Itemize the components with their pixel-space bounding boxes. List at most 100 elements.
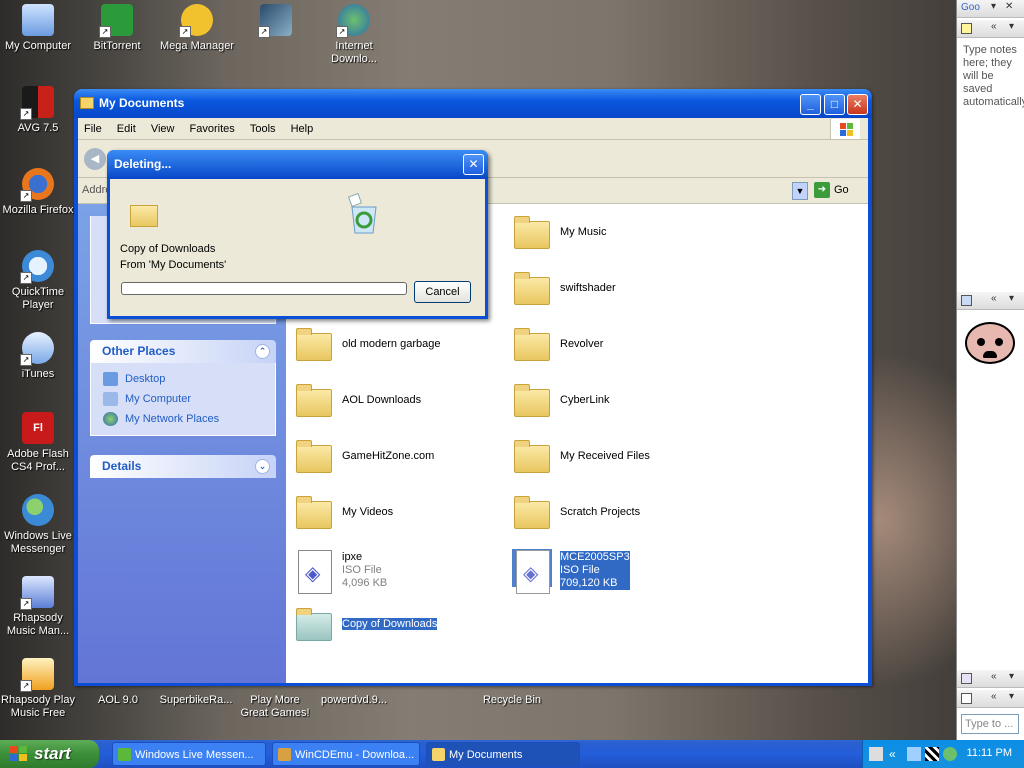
- desktop-icon-game[interactable]: [238, 4, 314, 40]
- dialog-body: Copy of Downloads From 'My Documents' Ca…: [110, 179, 485, 316]
- back-button[interactable]: ◀: [84, 148, 106, 170]
- file-item-ipxe[interactable]: ipxe ISO File 4,096 KB: [286, 545, 496, 594]
- collapse-icon[interactable]: «: [991, 691, 997, 702]
- checkbox-icon: [961, 693, 972, 704]
- volume-icon[interactable]: [943, 747, 957, 761]
- system-tray: « 11:11 PM: [862, 740, 1024, 768]
- desktop-icon-recycle-bin[interactable]: Recycle Bin: [474, 694, 550, 707]
- desktop-icon-firefox[interactable]: Mozilla Firefox: [0, 168, 76, 217]
- collapse-chevron-icon[interactable]: ⌃: [255, 344, 270, 359]
- desktop-icon-avg[interactable]: AVG 7.5: [0, 86, 76, 135]
- menu-help[interactable]: Help: [285, 118, 320, 140]
- minimize-button[interactable]: _: [800, 94, 821, 115]
- go-arrow-icon: ➜: [814, 182, 830, 198]
- dialog-titlebar[interactable]: Deleting... ✕: [107, 150, 488, 179]
- network-tray-icon[interactable]: [907, 747, 921, 761]
- windows-logo-icon: [830, 119, 860, 139]
- desktop-icon-quicktime[interactable]: QuickTime Player: [0, 250, 76, 312]
- file-item-my-music[interactable]: My Music: [504, 209, 714, 257]
- menu-favorites[interactable]: Favorites: [184, 118, 241, 140]
- place-link-desktop[interactable]: Desktop: [103, 369, 263, 389]
- place-link-my-computer[interactable]: My Computer: [103, 389, 263, 409]
- desktop-icon-mega-manager[interactable]: Mega Manager: [159, 4, 235, 53]
- file-item-gamehitzone[interactable]: GameHitZone.com: [286, 433, 496, 481]
- itunes-icon: [20, 332, 54, 366]
- dialog-close-button[interactable]: ✕: [463, 154, 484, 175]
- menu-edit[interactable]: Edit: [111, 118, 142, 140]
- desktop-icon-play-more-games[interactable]: Play More Great Games!: [237, 694, 313, 720]
- other-places-header[interactable]: Other Places ⌃: [90, 340, 276, 363]
- folder-icon: [294, 381, 334, 419]
- file-item-mce2005sp3[interactable]: MCE2005SP3 ISO File 709,120 KB: [504, 545, 714, 594]
- menu-file[interactable]: File: [78, 118, 108, 140]
- place-link-my-network-places[interactable]: My Network Places: [103, 409, 263, 429]
- desktop-icon-my-computer[interactable]: My Computer: [0, 4, 76, 53]
- notes-text[interactable]: Type notes here; they will be saved auto…: [963, 44, 1024, 109]
- sidebar-search-input[interactable]: Type to ...: [961, 714, 1019, 734]
- menu-view[interactable]: View: [145, 118, 181, 140]
- file-item-copy-of-downloads[interactable]: Copy of Downloads: [286, 601, 496, 649]
- desktop-icon-internet-download[interactable]: Internet Downlo...: [316, 4, 392, 66]
- desktop-icon-powerdvd[interactable]: powerdvd.9...: [316, 694, 392, 707]
- checkered-icon[interactable]: [925, 747, 939, 761]
- desktop-icon-adobe-flash[interactable]: Fl Adobe Flash CS4 Prof...: [0, 412, 76, 474]
- taskbar: start Windows Live Messen... WinCDEmu - …: [0, 740, 1024, 768]
- keyboard-icon[interactable]: [869, 747, 883, 761]
- dialog-message: Copy of Downloads From 'My Documents': [120, 243, 227, 271]
- desktop-icon-windows-live-messenger[interactable]: Windows Live Messenger: [0, 494, 76, 556]
- file-item-old-modern-garbage[interactable]: old modern garbage: [286, 321, 496, 369]
- desktop-icon-rhapsody-play[interactable]: Rhapsody Play Music Free: [0, 658, 76, 720]
- file-item-revolver[interactable]: Revolver: [504, 321, 714, 369]
- start-button[interactable]: start: [0, 740, 99, 768]
- adobe-flash-icon: Fl: [22, 412, 54, 444]
- menu-tools[interactable]: Tools: [244, 118, 282, 140]
- flying-folder-icon: [130, 205, 158, 227]
- gadget-menu-button[interactable]: ▾: [1009, 21, 1014, 32]
- desktop-icon-bittorrent[interactable]: BitTorrent: [79, 4, 155, 53]
- details-header[interactable]: Details ⌄: [90, 455, 276, 478]
- address-dropdown-button[interactable]: ▼: [792, 182, 808, 200]
- expand-chevron-icon[interactable]: ⌄: [255, 459, 270, 474]
- desktop-icon-superbike[interactable]: SuperbikeRa...: [158, 694, 234, 707]
- task-windows-live-messenger[interactable]: Windows Live Messen...: [112, 742, 266, 766]
- file-item-swiftshader[interactable]: swiftshader: [504, 265, 714, 313]
- collapse-icon[interactable]: «: [991, 293, 997, 304]
- file-item-my-videos[interactable]: My Videos: [286, 489, 496, 537]
- desktop-icon-rhapsody-music[interactable]: Rhapsody Music Man...: [0, 576, 76, 638]
- file-item-my-received-files[interactable]: My Received Files: [504, 433, 714, 481]
- desktop-icon-itunes[interactable]: iTunes: [0, 332, 76, 381]
- close-button[interactable]: ✕: [847, 94, 868, 115]
- file-item-aol-downloads[interactable]: AOL Downloads: [286, 377, 496, 425]
- video-folder-icon: [294, 493, 334, 531]
- recycle-bin-icon: [344, 192, 384, 235]
- notes-gadget-header: Goo ▾ ✕: [957, 0, 1024, 18]
- folder-icon: [294, 605, 334, 643]
- gadget-menu-button[interactable]: ▾: [1009, 671, 1014, 682]
- go-button[interactable]: ➜ Go: [814, 182, 862, 200]
- sidebar-gadgets: Goo ▾ ✕ « ▾ Type notes here; they will b…: [956, 0, 1024, 740]
- image-gadget-header: « ▾: [957, 292, 1024, 310]
- gadget-menu-button[interactable]: ▾: [1009, 293, 1014, 304]
- task-wincdemu[interactable]: WinCDEmu - Downloa...: [272, 742, 420, 766]
- window-titlebar[interactable]: My Documents _ □ ✕: [74, 89, 872, 118]
- file-item-cyberlink[interactable]: CyberLink: [504, 377, 714, 425]
- chevron-left-icon[interactable]: «: [889, 747, 903, 761]
- desktop-icon-aol[interactable]: AOL 9.0: [80, 694, 156, 707]
- clock[interactable]: 11:11 PM: [967, 747, 1012, 759]
- network-icon: [103, 412, 118, 426]
- other-places-panel: Other Places ⌃ Desktop My Computer My Ne…: [90, 340, 276, 436]
- gadget-menu-button[interactable]: ▾: [1009, 691, 1014, 702]
- gadget-menu-button[interactable]: ▾: [991, 1, 996, 12]
- cancel-button[interactable]: Cancel: [414, 281, 471, 303]
- messenger-icon: [118, 748, 131, 761]
- folder-icon: [432, 748, 445, 761]
- collapse-icon[interactable]: «: [991, 21, 997, 32]
- picture-icon: [961, 295, 972, 306]
- folder-icon: [512, 437, 552, 475]
- file-item-scratch-projects[interactable]: Scratch Projects: [504, 489, 714, 537]
- maximize-button[interactable]: □: [824, 94, 845, 115]
- task-my-documents[interactable]: My Documents: [426, 742, 580, 766]
- gadget-close-button[interactable]: ✕: [1005, 1, 1013, 12]
- crying-face-image: [965, 322, 1015, 364]
- collapse-icon[interactable]: «: [991, 671, 997, 682]
